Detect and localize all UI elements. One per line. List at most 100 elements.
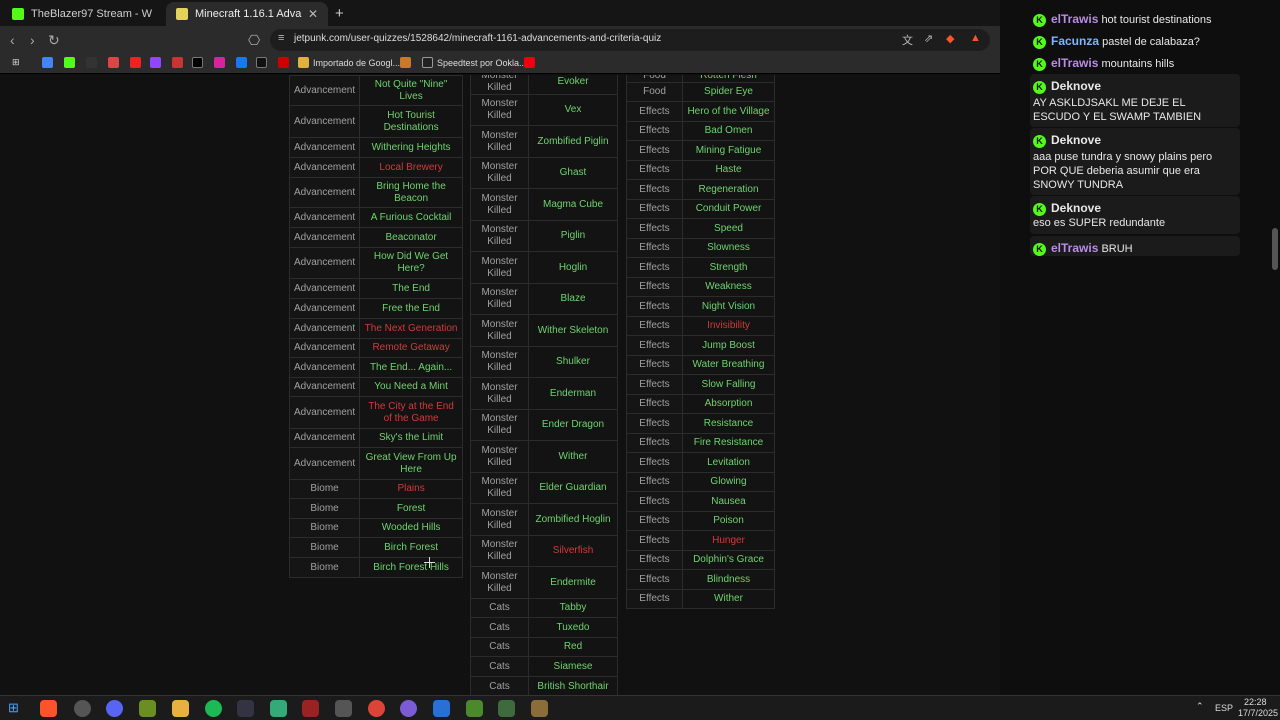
bookmark-facebook[interactable]: [236, 57, 251, 68]
bookmark-tiktok[interactable]: [256, 57, 271, 68]
chrome-taskbar-icon[interactable]: [368, 700, 385, 717]
spotify-taskbar-icon[interactable]: [205, 700, 222, 717]
quiz-category: Monster Killed: [470, 566, 529, 599]
share-icon[interactable]: ⇗: [924, 32, 933, 45]
quiz-answer-correct: Endermite: [528, 566, 618, 599]
bookmark-speedtest[interactable]: Speedtest por Ookla...: [422, 57, 527, 68]
quiz-answer-correct: Tabby: [528, 598, 618, 618]
back-icon[interactable]: ‹: [10, 32, 15, 48]
quiz-row: Advancement Great View From Up Here: [288, 447, 463, 480]
kick-badge-icon: K: [1033, 57, 1046, 71]
quiz-row: Monster Killed Piglin: [470, 220, 618, 252]
new-tab-button[interactable]: +: [335, 5, 344, 22]
quiz-row: Monster Killed Hoglin: [470, 251, 618, 284]
app-taskbar-icon[interactable]: [74, 700, 91, 717]
bookmark-misc[interactable]: [172, 57, 187, 68]
kick-badge-icon: K: [1033, 13, 1046, 27]
minecraft-launcher-taskbar-icon[interactable]: [466, 700, 483, 717]
quiz-row: Advancement Hot Tourist Destinations: [288, 105, 463, 138]
chat-username[interactable]: elTrawis: [1051, 241, 1098, 255]
quiz-answer-correct: Absorption: [682, 394, 775, 414]
bookmark-youtube[interactable]: [130, 57, 145, 68]
start-icon[interactable]: ⊞: [8, 700, 25, 717]
bookmarks-bar: ⊞ Importado de Googl... Speedtest por Oo…: [0, 54, 1000, 74]
app-taskbar-icon[interactable]: [400, 700, 417, 717]
minecraft-taskbar-icon[interactable]: [139, 700, 156, 717]
app-taskbar-icon[interactable]: [270, 700, 287, 717]
bookmark-folder-google[interactable]: Importado de Googl...: [298, 57, 400, 68]
chat-message: KelTrawis hot tourist destinations: [1033, 12, 1212, 27]
app-taskbar-icon[interactable]: [498, 700, 515, 717]
bookmark-adobe[interactable]: [524, 57, 539, 68]
quiz-category: Monster Killed: [470, 409, 529, 441]
bookmark-gmail[interactable]: [108, 57, 123, 68]
url-field[interactable]: ≡ jetpunk.com/user-quizzes/1528642/minec…: [270, 29, 990, 51]
quiz-row: Effects Dolphin's Grace: [626, 550, 775, 570]
quiz-answer-correct: Slow Falling: [682, 374, 775, 395]
apps-icon[interactable]: ⊞: [12, 57, 20, 68]
chat-message: KelTrawis BRUH: [1030, 236, 1240, 256]
tray-chevron-icon[interactable]: ⌃: [1196, 701, 1204, 712]
bookmark-twitch[interactable]: [150, 57, 165, 68]
bookmark-google[interactable]: [42, 57, 57, 68]
site-info-icon[interactable]: ≡: [278, 32, 284, 44]
quiz-category: Biome: [288, 498, 361, 519]
quiz-category: Advancement: [288, 377, 361, 397]
language-indicator[interactable]: ESP: [1215, 703, 1233, 713]
tab-kick-stream[interactable]: TheBlazer97 Stream - Watch Live on K: [2, 2, 162, 26]
app-taskbar-icon[interactable]: [237, 700, 254, 717]
quiz-answer-correct: Night Vision: [682, 296, 775, 317]
bookmark-kick[interactable]: [64, 57, 79, 68]
app-taskbar-icon[interactable]: [531, 700, 548, 717]
bookmark-af[interactable]: [86, 57, 101, 68]
quiz-answer-correct: Zombified Hoglin: [528, 503, 618, 536]
obs-taskbar-icon[interactable]: [335, 700, 352, 717]
tab-jetpunk-quiz[interactable]: Minecraft 1.16.1 Advancements and ✕: [166, 2, 328, 26]
quiz-row: Monster Killed Ghast: [470, 157, 618, 189]
bookmark-icon[interactable]: ⎔: [248, 32, 260, 49]
discord-taskbar-icon[interactable]: [106, 700, 123, 717]
quiz-category: Effects: [626, 374, 683, 395]
chat-username[interactable]: Facunza: [1051, 34, 1099, 48]
quiz-answer-correct: Wither: [682, 589, 775, 609]
reload-icon[interactable]: ↻: [48, 32, 60, 49]
chat-username[interactable]: Deknove: [1051, 133, 1101, 147]
quiz-category: Advancement: [288, 338, 361, 358]
quiz-category: Effects: [626, 199, 683, 219]
translate-icon[interactable]: 文: [902, 32, 913, 48]
quiz-row: Cats Red: [470, 637, 618, 657]
forward-icon[interactable]: ›: [30, 32, 35, 48]
app-taskbar-icon[interactable]: [433, 700, 450, 717]
brave-taskbar-icon[interactable]: [40, 700, 57, 717]
quiz-category: Effects: [626, 101, 683, 122]
bookmark-red[interactable]: [278, 57, 293, 68]
quiz-answer-correct: Wither Skeleton: [528, 314, 618, 347]
quiz-row: Effects Absorption: [626, 394, 775, 414]
quiz-answer-correct: British Shorthair: [528, 676, 618, 695]
quiz-answer-correct: Wither: [528, 440, 618, 473]
rewards-icon[interactable]: ▲: [970, 32, 981, 44]
quiz-answer-correct: Conduit Power: [682, 199, 775, 219]
clock-date[interactable]: 17/7/2025: [1238, 708, 1278, 718]
chat-scrollbar[interactable]: [1272, 228, 1278, 270]
quiz-row: Monster Killed Shulker: [470, 346, 618, 378]
chat-username[interactable]: elTrawis: [1051, 12, 1098, 26]
quiz-answer-correct: Speed: [682, 218, 775, 239]
chat-username[interactable]: Deknove: [1051, 79, 1101, 93]
chat-username[interactable]: elTrawis: [1051, 56, 1098, 70]
close-tab-icon[interactable]: ✕: [308, 7, 318, 21]
bookmark-instagram[interactable]: [214, 57, 229, 68]
chat-username[interactable]: Deknove: [1051, 201, 1101, 215]
bookmark-x[interactable]: [192, 57, 207, 68]
brave-shield-icon[interactable]: ◆: [946, 32, 954, 45]
folder-taskbar-icon[interactable]: [172, 700, 189, 717]
quiz-row: Monster Killed Wither Skeleton: [470, 314, 618, 347]
chat-message: KelTrawis mountains hills: [1033, 56, 1174, 71]
bookmark-burger[interactable]: [400, 57, 415, 68]
quiz-category: Cats: [470, 656, 529, 677]
app-taskbar-icon[interactable]: [302, 700, 319, 717]
quiz-category: Advancement: [288, 105, 361, 138]
quiz-answer-missed: Hunger: [682, 530, 775, 551]
quiz-answer-missed: Local Brewery: [359, 157, 463, 178]
clock-time[interactable]: 22:28: [1244, 697, 1267, 707]
